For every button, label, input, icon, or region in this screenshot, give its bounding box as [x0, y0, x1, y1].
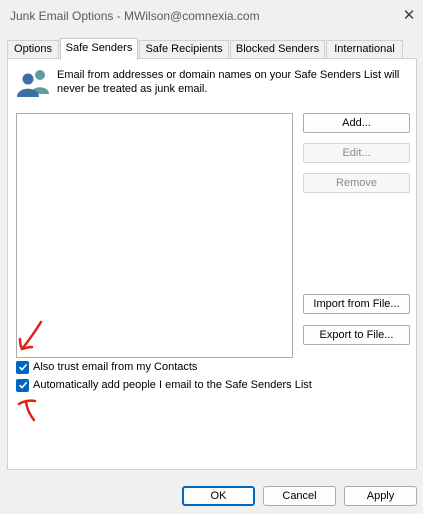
- tab-options[interactable]: Options: [7, 40, 59, 59]
- export-to-file-button[interactable]: Export to File...: [303, 325, 410, 345]
- tab-international[interactable]: International: [326, 40, 403, 59]
- import-from-file-button[interactable]: Import from File...: [303, 294, 410, 314]
- tab-blocked-senders[interactable]: Blocked Senders: [230, 40, 325, 59]
- tab-safe-recipients[interactable]: Safe Recipients: [139, 40, 229, 59]
- window-title: Junk Email Options - MWilson@comnexia.co…: [10, 9, 260, 23]
- safe-senders-list[interactable]: [16, 113, 293, 358]
- title-bar: Junk Email Options - MWilson@comnexia.co…: [0, 0, 423, 33]
- trust-contacts-checkbox[interactable]: [16, 360, 29, 374]
- auto-add-label: Automatically add people I email to the …: [33, 379, 312, 391]
- people-icon: [17, 70, 49, 97]
- trust-contacts-label: Also trust email from my Contacts: [33, 361, 198, 373]
- auto-add-row[interactable]: Automatically add people I email to the …: [16, 377, 312, 393]
- checkmark-icon: [18, 381, 27, 389]
- description-text: Email from addresses or domain names on …: [57, 69, 400, 95]
- safe-senders-panel: Email from addresses or domain names on …: [7, 58, 417, 470]
- ok-button[interactable]: OK: [182, 486, 255, 506]
- cancel-button[interactable]: Cancel: [263, 486, 336, 506]
- apply-button[interactable]: Apply: [344, 486, 417, 506]
- add-button[interactable]: Add...: [303, 113, 410, 133]
- auto-add-checkbox[interactable]: [16, 378, 29, 392]
- remove-button[interactable]: Remove: [303, 173, 410, 193]
- tab-strip: Options Safe Senders Safe Recipients Blo…: [7, 38, 417, 60]
- trust-contacts-row[interactable]: Also trust email from my Contacts: [16, 359, 197, 375]
- tab-safe-senders[interactable]: Safe Senders: [60, 38, 138, 60]
- close-icon[interactable]: ✕: [398, 4, 420, 26]
- edit-button[interactable]: Edit...: [303, 143, 410, 163]
- checkmark-icon: [18, 363, 27, 371]
